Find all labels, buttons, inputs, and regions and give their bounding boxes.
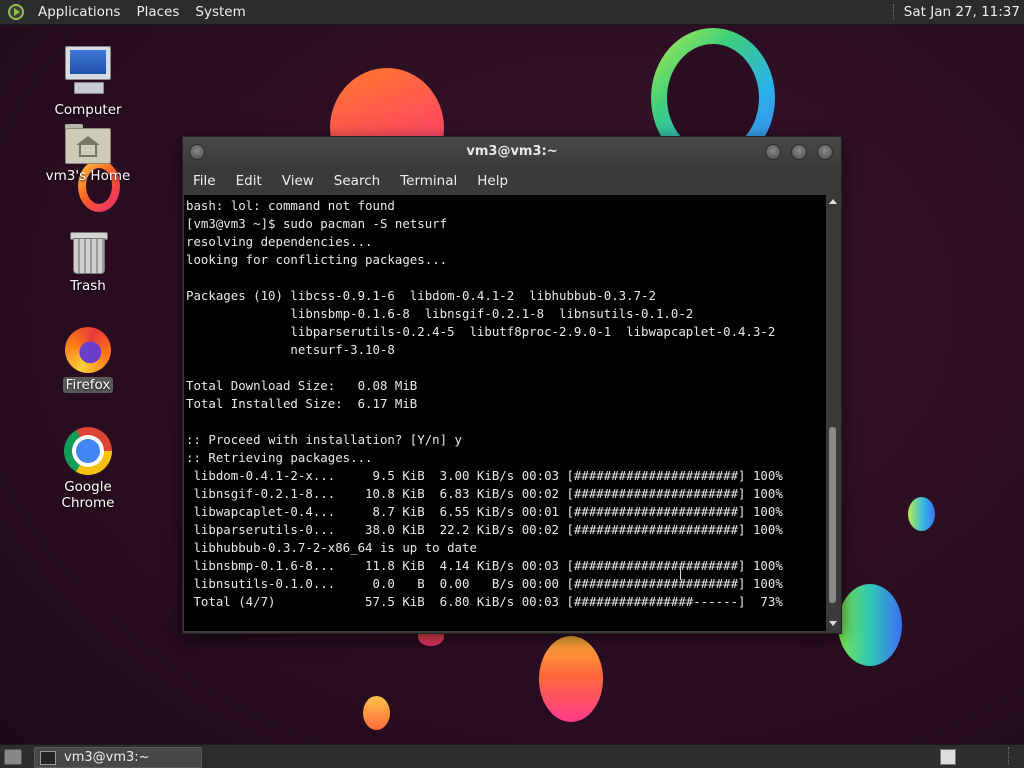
scrollbar-thumb[interactable] [829, 427, 836, 603]
workspace-switcher[interactable] [940, 749, 956, 765]
panel-separator [892, 4, 896, 20]
desktop-icon-label: Firefox [62, 377, 114, 393]
scroll-down-arrow-icon[interactable] [829, 621, 837, 626]
wallpaper-blue-green-blob [838, 584, 902, 666]
terminal-window[interactable]: vm3@vm3:~ File Edit View Search Terminal… [182, 136, 842, 634]
text-cursor-icon [680, 566, 681, 580]
desktop-icon-label: vm3's Home [45, 168, 131, 184]
menu-system[interactable]: System [187, 0, 253, 24]
maximize-button[interactable] [791, 144, 807, 160]
menu-applications[interactable]: Applications [30, 0, 128, 24]
desktop-icon-computer[interactable]: Computer [33, 46, 143, 118]
trash-icon [70, 230, 108, 274]
terminal-menu-edit[interactable]: Edit [226, 173, 272, 189]
terminal-menubar: File Edit View Search Terminal Help [183, 167, 841, 195]
applications-logo-icon[interactable] [8, 4, 24, 20]
terminal-scrollbar[interactable] [826, 195, 839, 631]
computer-icon [64, 46, 112, 98]
desktop-icon-label: Computer [54, 102, 122, 118]
home-folder-icon [65, 124, 111, 164]
wallpaper-small-orange-blob [363, 696, 390, 730]
desktop-icon-trash[interactable]: Trash [33, 230, 143, 294]
panel-separator [1008, 747, 1011, 765]
minimize-button[interactable] [765, 144, 781, 160]
scroll-up-arrow-icon[interactable] [829, 199, 837, 204]
menu-places[interactable]: Places [128, 0, 187, 24]
terminal-output[interactable]: bash: lol: command not found [vm3@vm3 ~]… [184, 195, 826, 631]
wallpaper-small-blue-blob [908, 497, 935, 531]
terminal-menu-file[interactable]: File [183, 173, 226, 189]
chrome-icon [64, 427, 112, 475]
window-title: vm3@vm3:~ [466, 144, 558, 159]
terminal-menu-search[interactable]: Search [324, 173, 390, 189]
desktop-icon-chrome[interactable]: Google Chrome [33, 427, 143, 511]
terminal-menu-help[interactable]: Help [467, 173, 518, 189]
firefox-icon [65, 327, 111, 373]
show-desktop-icon[interactable] [4, 749, 22, 765]
desktop-icon-label: Google Chrome [61, 479, 115, 511]
taskbar-item-label: vm3@vm3:~ [64, 750, 150, 765]
terminal-icon [40, 750, 56, 765]
taskbar-item-terminal[interactable]: vm3@vm3:~ [34, 747, 202, 768]
terminal-text: bash: lol: command not found [vm3@vm3 ~]… [186, 198, 783, 609]
bottom-panel: vm3@vm3:~ [0, 744, 1024, 768]
desktop-icon-firefox[interactable]: Firefox [33, 327, 143, 393]
terminal-menu-terminal[interactable]: Terminal [390, 173, 467, 189]
top-panel: Applications Places System Sat Jan 27, 1… [0, 0, 1024, 25]
terminal-titlebar[interactable]: vm3@vm3:~ [183, 137, 841, 167]
desktop-icon-label: Trash [70, 278, 106, 294]
desktop: Applications Places System Sat Jan 27, 1… [0, 0, 1024, 768]
wallpaper-pink-blob [539, 636, 603, 722]
clock[interactable]: Sat Jan 27, 11:37 [904, 4, 1024, 20]
terminal-menu-view[interactable]: View [272, 173, 324, 189]
close-button[interactable] [817, 144, 833, 160]
desktop-icon-home[interactable]: vm3's Home [33, 124, 143, 184]
